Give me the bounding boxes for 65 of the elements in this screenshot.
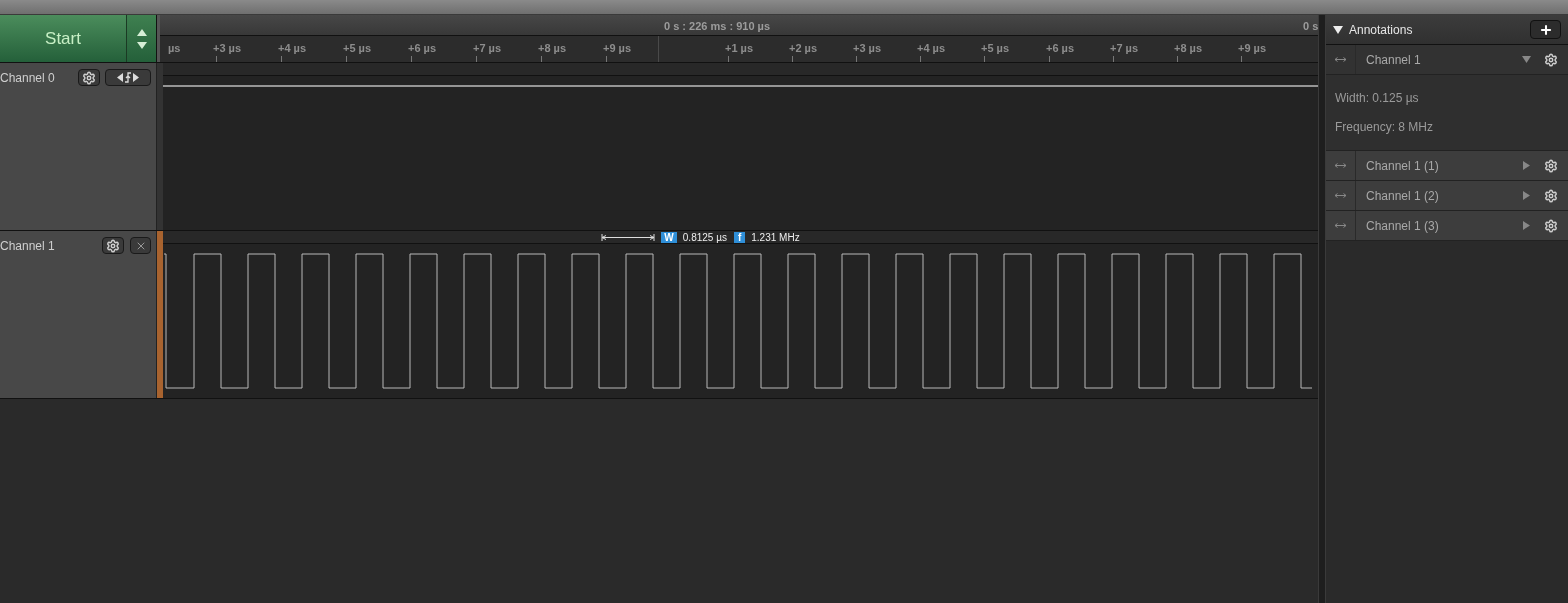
annotation-label: Channel 1 — [1366, 51, 1422, 69]
right-triangle-icon[interactable] — [1522, 161, 1531, 170]
remove-channel-button[interactable] — [130, 237, 151, 254]
annotation-item[interactable]: Channel 1 (1) — [1326, 151, 1568, 181]
collapse-triangle-icon — [1333, 25, 1343, 34]
annotation-detail: Frequency: 8 MHz — [1335, 119, 1435, 136]
settings-icon — [82, 70, 96, 85]
right-triangle-icon — [133, 73, 139, 82]
tick-label: +6 µs — [408, 41, 437, 56]
annotation-label: Channel 1 (1) — [1366, 157, 1440, 175]
settings-icon — [106, 238, 120, 253]
start-options-button[interactable] — [127, 15, 157, 62]
measure-span-icon — [601, 233, 656, 241]
width-arrow-icon — [1335, 193, 1346, 198]
tick-label: +1 µs — [725, 41, 754, 56]
tick-label: +7 µs — [1110, 41, 1139, 56]
plus-icon — [1538, 22, 1553, 37]
tick-label: +8 µs — [538, 41, 567, 56]
tick-label: +2 µs — [789, 41, 818, 56]
annotation-label: Channel 1 (2) — [1366, 187, 1440, 205]
tick-label: +5 µs — [343, 41, 372, 56]
panel-title: Annotations — [1349, 21, 1413, 39]
tick-label: +4 µs — [917, 41, 946, 56]
tick-label: +3 µs — [213, 41, 242, 56]
trigger-control[interactable] — [105, 69, 151, 86]
tick-label: +9 µs — [603, 41, 632, 56]
settings-icon — [1544, 218, 1558, 233]
tick-label: +8 µs — [1174, 41, 1203, 56]
width-badge: W — [661, 231, 677, 243]
time-label: 0 s — [1303, 19, 1319, 34]
falling-edge-icon — [123, 72, 133, 83]
tick-label: +3 µs — [853, 41, 882, 56]
channel-settings-button[interactable] — [102, 237, 124, 254]
left-triangle-icon — [117, 73, 123, 82]
tick-label: +4 µs — [278, 41, 307, 56]
tick-label: +7 µs — [473, 41, 502, 56]
settings-icon — [1544, 158, 1558, 173]
up-triangle-icon — [136, 28, 147, 36]
tick-label: +5 µs — [981, 41, 1010, 56]
channel-name: Channel 0 — [0, 70, 55, 87]
down-triangle-icon[interactable] — [1522, 55, 1531, 64]
width-arrow-icon — [1335, 223, 1346, 228]
frequency-value: 1.231 MHz — [751, 230, 800, 245]
time-label: 0 s : 226 ms : 910 µs — [664, 19, 770, 34]
tick-label: +6 µs — [1046, 41, 1075, 56]
annotation-item[interactable]: Channel 1 (3) — [1326, 211, 1568, 241]
annotation-item[interactable]: Channel 1 — [1326, 45, 1568, 75]
down-triangle-icon — [136, 41, 147, 49]
settings-icon — [1544, 188, 1558, 203]
right-triangle-icon[interactable] — [1522, 191, 1531, 200]
width-arrow-icon — [1335, 57, 1346, 62]
width-arrow-icon — [1335, 163, 1346, 168]
tick-label: µs — [168, 41, 181, 56]
tick-label: +9 µs — [1238, 41, 1267, 56]
annotation-detail: Width: 0.125 µs — [1335, 90, 1420, 107]
annotation-label: Channel 1 (3) — [1366, 217, 1440, 235]
settings-icon — [1544, 52, 1558, 67]
start-button[interactable]: Start — [0, 15, 127, 62]
add-annotation-button[interactable] — [1530, 20, 1561, 39]
channel-name: Channel 1 — [0, 238, 55, 255]
channel-settings-button[interactable] — [78, 69, 100, 86]
frequency-badge: f — [733, 231, 746, 243]
width-value: 0.8125 µs — [682, 230, 727, 245]
right-triangle-icon[interactable] — [1522, 221, 1531, 230]
annotation-item[interactable]: Channel 1 (2) — [1326, 181, 1568, 211]
